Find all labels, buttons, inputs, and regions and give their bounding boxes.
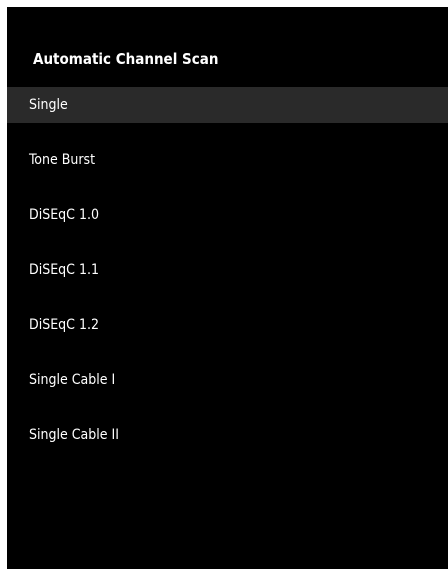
scan-type-list: Single Tone Burst DiSEqC 1.0 DiSEqC 1.1 … <box>7 87 448 472</box>
menu-item-single-cable-2[interactable]: Single Cable II <box>7 417 448 453</box>
menu-title: Automatic Channel Scan <box>33 50 219 68</box>
menu-item-diseqc-1-2[interactable]: DiSEqC 1.2 <box>7 307 448 343</box>
menu-item-diseqc-1-1[interactable]: DiSEqC 1.1 <box>7 252 448 288</box>
menu-item-diseqc-1-0[interactable]: DiSEqC 1.0 <box>7 197 448 233</box>
menu-item-single-cable-1[interactable]: Single Cable I <box>7 362 448 398</box>
menu-item-single[interactable]: Single <box>7 87 448 123</box>
channel-scan-panel: Automatic Channel Scan Single Tone Burst… <box>7 7 448 569</box>
menu-item-tone-burst[interactable]: Tone Burst <box>7 142 448 178</box>
